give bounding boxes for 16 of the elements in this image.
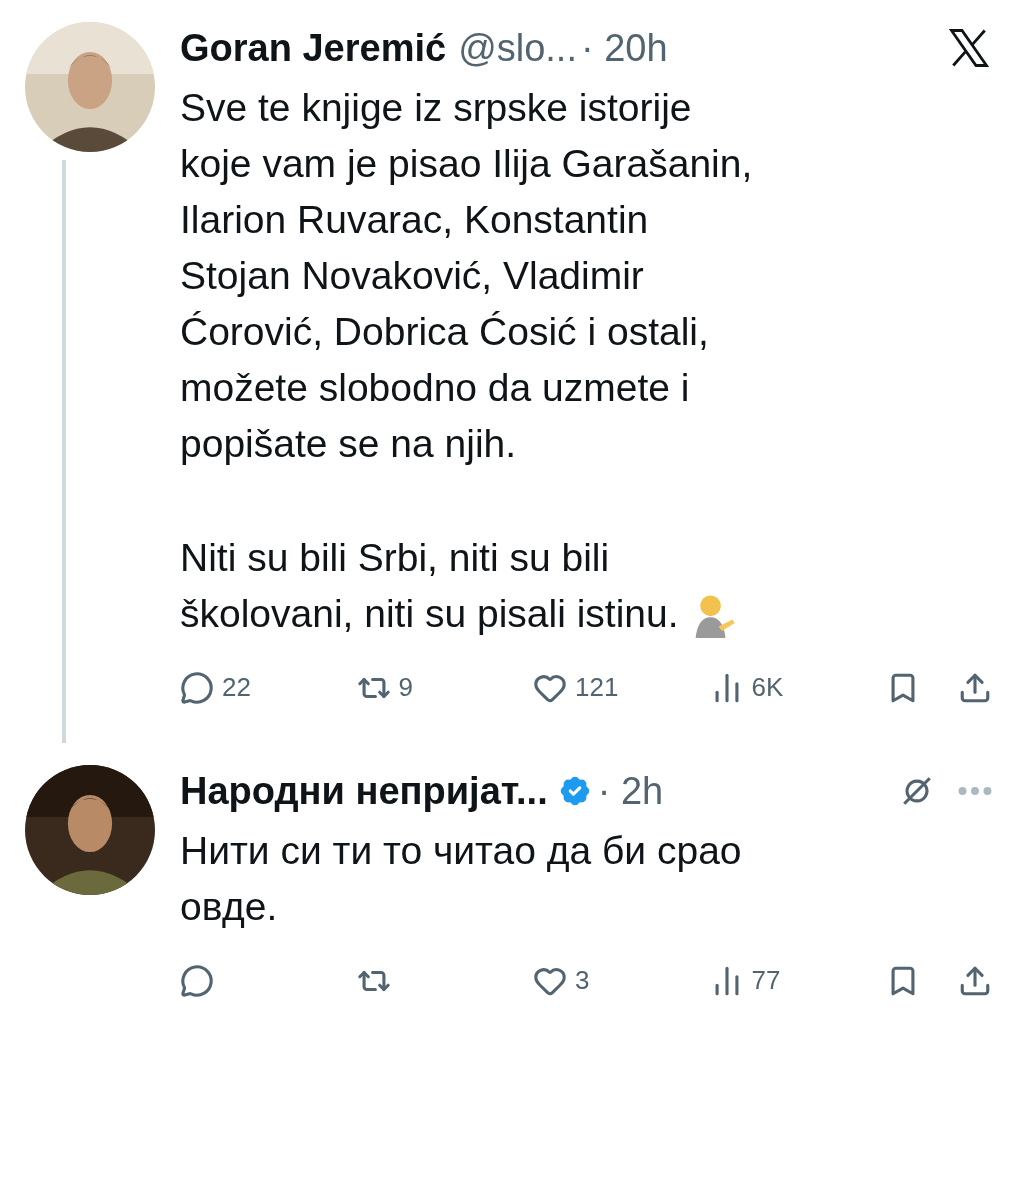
post-time: · 20h — [580, 26, 668, 71]
count: 6K — [751, 671, 784, 704]
reply-icon[interactable] — [180, 963, 214, 998]
count: 3 — [575, 964, 590, 997]
author-name[interactable]: Народни непријат... — [180, 761, 548, 821]
count: 77 — [751, 964, 781, 997]
post-text: Niti su bili Srbi, niti su bili školovani, niti su pisali istinu. — [180, 535, 679, 637]
reply-icon[interactable] — [180, 670, 214, 705]
post-time: · 2h — [597, 769, 664, 814]
post-text: Нити си ти то читао да би срао овде. — [180, 828, 742, 930]
author-handle[interactable]: @slo... — [458, 18, 577, 78]
count: 9 — [398, 671, 413, 704]
author-name[interactable]: Goran Jeremić — [180, 18, 447, 78]
count: 121 — [575, 671, 619, 704]
count: 22 — [222, 671, 251, 704]
post-text: Sve te knjige iz srpske istorije koje vam je pisao Ilija Garašanin, Ilarion Ruvarac, Konstantin Stojan Novaković, Vladimir Ćorović, Dobrica Ćosić i ostali, možete slobodno da uzmete i popišate se na njih. — [180, 85, 753, 467]
